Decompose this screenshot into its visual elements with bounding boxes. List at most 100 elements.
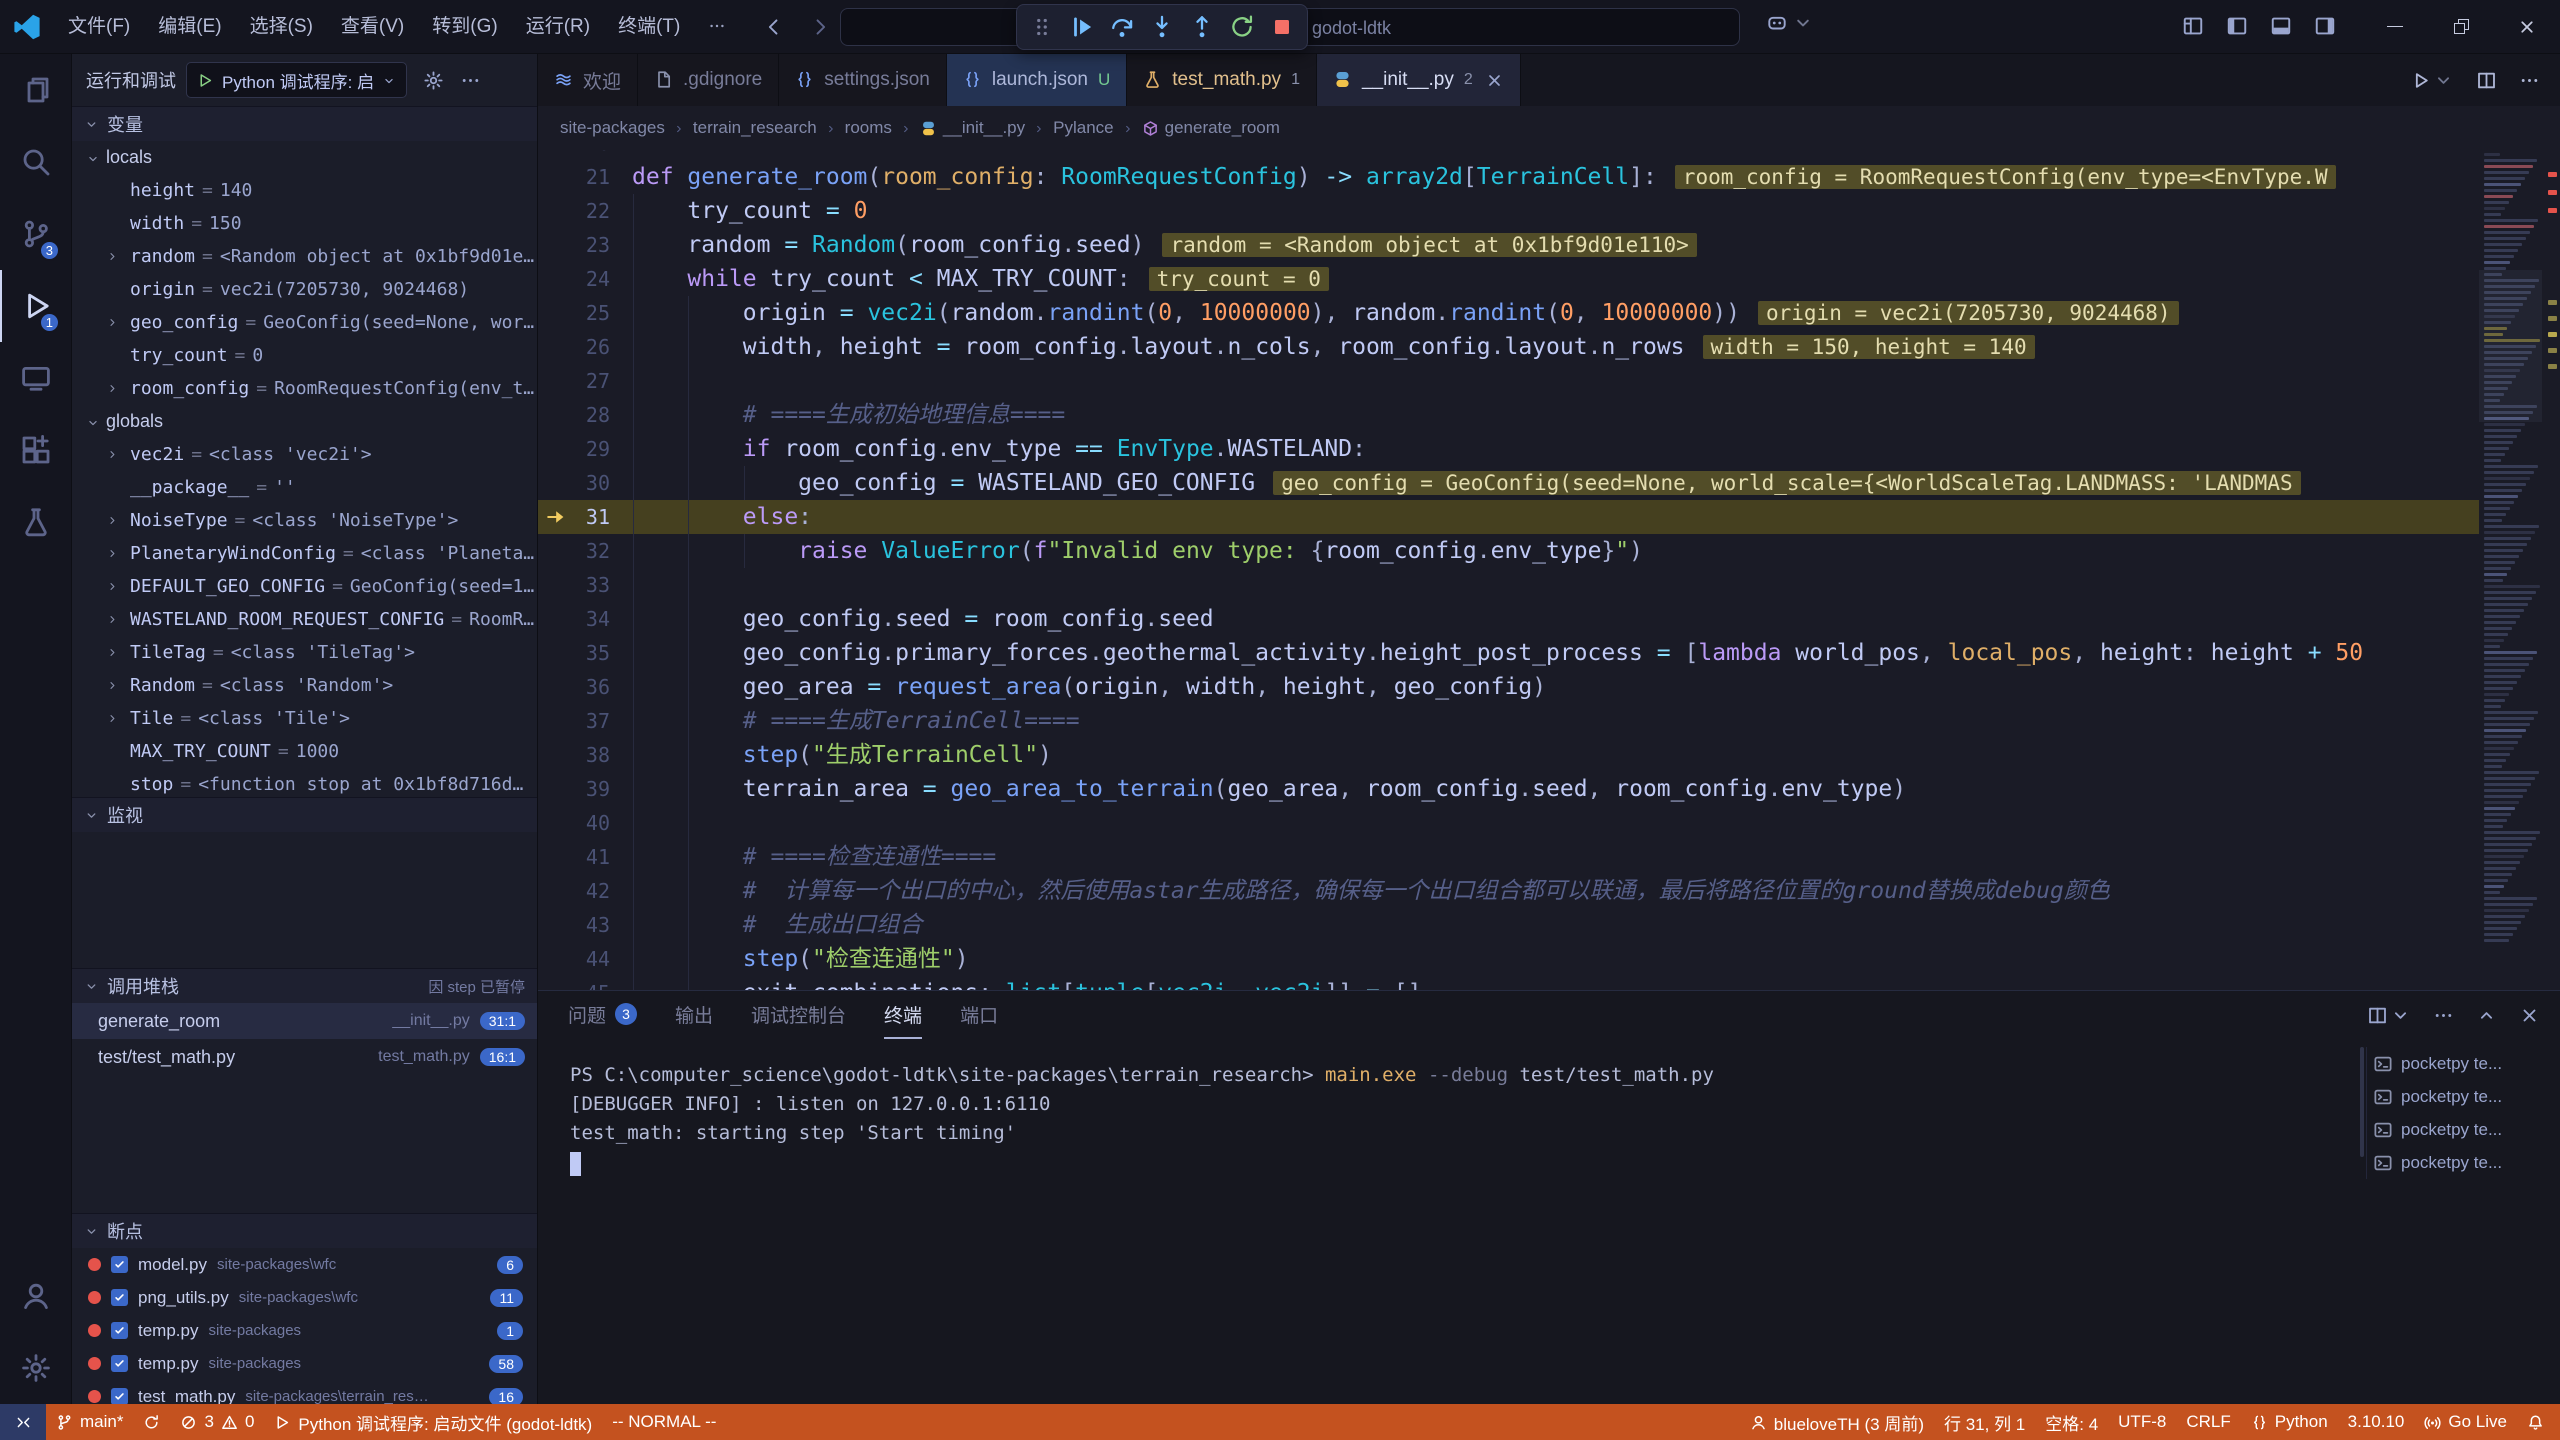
more-editor-actions-button[interactable] — [2519, 70, 2540, 91]
breakpoint-checkbox[interactable] — [111, 1388, 128, 1404]
restore-button[interactable] — [2428, 0, 2494, 54]
line-number[interactable]: 38 — [578, 738, 632, 772]
code-line[interactable]: 26 width, height = room_config.layout.n_… — [538, 330, 2479, 364]
code-line[interactable]: 42 # 计算每一个出口的中心，然后使用astar生成路径，确保每一个出口组合都… — [538, 874, 2479, 908]
editor[interactable]: 2021def generate_room(room_config: RoomR… — [538, 150, 2560, 990]
variable-row[interactable]: DEFAULT_GEO_CONFIG=GeoConfig(seed=1… — [72, 570, 537, 603]
menu-item[interactable]: 查看(V) — [327, 0, 418, 54]
variables-scope[interactable]: globals — [72, 405, 537, 438]
line-number[interactable]: 29 — [578, 432, 632, 466]
variable-row[interactable]: Random=<class 'Random'> — [72, 669, 537, 702]
terminal[interactable]: PS C:\computer_science\godot-ldtk\site-p… — [538, 1039, 2360, 1404]
panel-tab-output[interactable]: 输出 — [675, 991, 713, 1039]
line-number[interactable]: 27 — [578, 364, 632, 398]
variable-row[interactable]: WASTELAND_ROOM_REQUEST_CONFIG=RoomR… — [72, 603, 537, 636]
breakpoint-row[interactable]: temp.pysite-packages1 — [72, 1314, 537, 1347]
nav-forward-icon[interactable] — [802, 10, 838, 44]
cursor-position[interactable]: 行 31, 列 1 — [1934, 1404, 2035, 1440]
code-line[interactable]: 39 terrain_area = geo_area_to_terrain(ge… — [538, 772, 2479, 806]
toggle-sidebar-icon[interactable] — [2226, 15, 2248, 37]
code-line[interactable]: 29 if room_config.env_type == EnvType.WA… — [538, 432, 2479, 466]
breadcrumb-item[interactable]: Pylance — [1053, 118, 1113, 138]
line-number[interactable]: 24 — [578, 262, 632, 296]
code-line[interactable]: 22 try_count = 0 — [538, 194, 2479, 228]
menu-item[interactable]: 转到(G) — [418, 0, 511, 54]
line-number[interactable]: 30 — [578, 466, 632, 500]
activity-item-remote-explorer[interactable] — [0, 342, 71, 414]
terminal-instance-item[interactable]: pocketpy te... — [2373, 1047, 2554, 1080]
vim-mode-status[interactable]: -- NORMAL -- — [602, 1404, 726, 1440]
stop-button[interactable] — [1263, 8, 1301, 46]
activity-item-source-control[interactable]: 3 — [0, 198, 71, 270]
minimap[interactable] — [2479, 150, 2542, 990]
line-number[interactable]: 22 — [578, 194, 632, 228]
close-panel-button[interactable] — [2519, 1005, 2540, 1026]
line-number[interactable]: 45 — [578, 976, 632, 990]
variable-row[interactable]: height=140 — [72, 174, 537, 207]
debug-settings-icon[interactable] — [423, 68, 444, 92]
minimize-button[interactable] — [2362, 0, 2428, 54]
code-line[interactable]: 27 — [538, 364, 2479, 398]
panel-tab-ports[interactable]: 端口 — [960, 991, 998, 1039]
variable-row[interactable]: vec2i=<class 'vec2i'> — [72, 438, 537, 471]
code-line[interactable]: 44 step("检查连通性") — [538, 942, 2479, 976]
debug-status[interactable]: Python 调试程序: 启动文件 (godot-ldtk) — [264, 1404, 602, 1440]
code-line[interactable]: 23 random = Random(room_config.seed)rand… — [538, 228, 2479, 262]
split-terminal-button[interactable] — [2367, 1005, 2411, 1026]
call-stack-header[interactable]: 调用堆栈 因 step 已暂停 — [72, 969, 537, 1003]
line-number[interactable]: 21 — [578, 160, 632, 194]
variable-row[interactable]: random=<Random object at 0x1bf9d01e… — [72, 240, 537, 273]
code-line[interactable]: 36 geo_area = request_area(origin, width… — [538, 670, 2479, 704]
nav-back-icon[interactable] — [756, 10, 792, 44]
breadcrumb-item[interactable]: site-packages — [560, 118, 665, 138]
breakpoint-checkbox[interactable] — [111, 1322, 128, 1339]
menu-item[interactable]: 文件(F) — [54, 0, 144, 54]
code-line[interactable]: 37 # ====生成TerrainCell==== — [538, 704, 2479, 738]
close-icon[interactable] — [1485, 71, 1504, 90]
variable-row[interactable]: geo_config=GeoConfig(seed=None, wor… — [72, 306, 537, 339]
continue-button[interactable] — [1063, 8, 1101, 46]
line-number[interactable]: 40 — [578, 806, 632, 840]
code-line[interactable]: 31 else: — [538, 500, 2479, 534]
line-number[interactable]: 31 — [578, 500, 632, 534]
code-line[interactable]: 45 exit_combinations: list[tuple[vec2i, … — [538, 976, 2479, 990]
breakpoint-row[interactable]: test_math.pysite-packages\terrain_res…16 — [72, 1380, 537, 1404]
breakpoint-row[interactable]: png_utils.pysite-packages\wfc11 — [72, 1281, 537, 1314]
variables-header[interactable]: 变量 — [72, 107, 537, 141]
stack-frame[interactable]: test/test_math.pytest_math.py16:1 — [72, 1039, 537, 1075]
line-number[interactable]: 26 — [578, 330, 632, 364]
menu-overflow-icon[interactable] — [694, 0, 740, 54]
remote-indicator[interactable] — [0, 1404, 46, 1440]
line-number[interactable]: 42 — [578, 874, 632, 908]
split-editor-button[interactable] — [2476, 70, 2497, 91]
line-number[interactable]: 25 — [578, 296, 632, 330]
menu-item[interactable]: 终端(T) — [604, 0, 694, 54]
breakpoint-row[interactable]: model.pysite-packages\wfc6 — [72, 1248, 537, 1281]
variable-row[interactable]: NoiseType=<class 'NoiseType'> — [72, 504, 537, 537]
variables-scope[interactable]: locals — [72, 141, 537, 174]
tab-welcome[interactable]: 欢迎 — [538, 54, 638, 106]
watch-header[interactable]: 监视 — [72, 798, 537, 832]
activity-item-testing[interactable] — [0, 486, 71, 558]
line-number[interactable]: 32 — [578, 534, 632, 568]
code-line[interactable]: 21def generate_room(room_config: RoomReq… — [538, 160, 2479, 194]
variable-row[interactable]: width=150 — [72, 207, 537, 240]
terminal-scrollbar[interactable] — [2360, 1047, 2364, 1157]
line-number[interactable]: 43 — [578, 908, 632, 942]
drag-handle-icon[interactable] — [1023, 8, 1061, 46]
activity-item-accounts[interactable] — [0, 1260, 71, 1332]
step-over-button[interactable] — [1103, 8, 1141, 46]
python-version[interactable]: 3.10.10 — [2338, 1404, 2415, 1440]
eol[interactable]: CRLF — [2176, 1404, 2240, 1440]
line-number[interactable]: 23 — [578, 228, 632, 262]
overview-ruler[interactable] — [2542, 150, 2560, 990]
variable-row[interactable]: stop=<function stop at 0x1bf8d716d… — [72, 768, 537, 797]
code-line[interactable]: 24 while try_count < MAX_TRY_COUNT:try_c… — [538, 262, 2479, 296]
code-line[interactable]: 32 raise ValueError(f"Invalid env type: … — [538, 534, 2479, 568]
toggle-secondary-sidebar-icon[interactable] — [2314, 15, 2336, 37]
variable-row[interactable]: Tile=<class 'Tile'> — [72, 702, 537, 735]
breakpoints-header[interactable]: 断点 — [72, 1214, 537, 1248]
code-area[interactable]: 2021def generate_room(room_config: RoomR… — [538, 150, 2479, 990]
activity-item-search[interactable] — [0, 126, 71, 198]
close-button[interactable] — [2494, 0, 2560, 54]
